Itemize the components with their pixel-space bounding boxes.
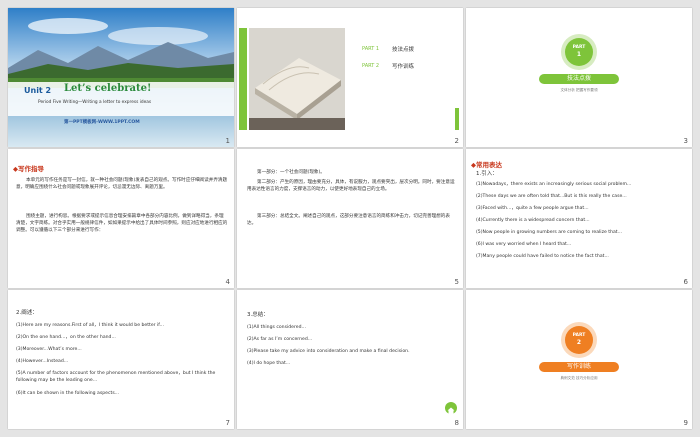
list-item: (4)Currently there is a widespread conce…	[476, 218, 590, 223]
list-item: (3)Please take my advice into considerat…	[247, 349, 410, 354]
part-badge-number: 1	[576, 51, 582, 58]
part-1-text: 技法点拨	[392, 47, 415, 53]
list-item: (6)It can be shown in the following aspe…	[16, 391, 120, 396]
slide-number: 2	[454, 137, 459, 145]
accent-bar	[239, 28, 247, 130]
list-item: (3)Moreover...What’s more...	[16, 347, 82, 352]
part-1-label: PART 1	[362, 46, 380, 52]
slide-thumbnail-2[interactable]: PART 1 技法点拨 PART 2 写作训练 2	[237, 8, 463, 147]
site-watermark: 第一PPT模板网-WWW.1PPT.COM	[64, 120, 140, 125]
slide-number: 7	[225, 419, 230, 427]
intro-label: 1.引入：	[476, 171, 498, 177]
section-title-pill: 技法点拨	[539, 74, 619, 84]
list-item: (4)However...Instead...	[16, 359, 69, 364]
slide-number: 6	[683, 278, 688, 286]
slide-thumbnail-7[interactable]: 2.阐述： (1)Here are my reasons.First of al…	[8, 290, 234, 429]
home-icon[interactable]	[445, 402, 457, 414]
slide-thumbnail-5[interactable]: 第一部分：一个社会问题(现象)。 第二部分：产生的原因，理由要充分，具体，有说服…	[237, 149, 463, 288]
slide-heading: ◆写作指导	[13, 165, 44, 173]
slide-number: 4	[225, 278, 230, 286]
slide-number: 1	[225, 137, 230, 145]
part-badge-label: PART	[572, 333, 586, 338]
list-item: (5)Now people in growing numbers are com…	[476, 230, 622, 235]
list-item: (6)I was very worried when I heard that.…	[476, 242, 572, 247]
part-badge: PART 2	[565, 326, 593, 354]
book-image	[249, 28, 345, 130]
accent-bar-right	[455, 108, 459, 130]
paragraph-2: 围绕主题，进行构思。根据要求或提示信息合理安排篇章中各部分内容比例，做到详略得当…	[16, 214, 228, 234]
paragraph-1: 本单元的写作任务是写一封信，就一种社会问题(现象)发表自己的观点。写作时应仔细阅…	[16, 178, 228, 191]
list-item: (1)Here are my reasons.First of all，I th…	[16, 323, 164, 328]
landscape-image	[8, 8, 234, 147]
slide-thumbnail-4[interactable]: ◆写作指导 本单元的写作任务是写一封信，就一种社会问题(现象)发表自己的观点。写…	[8, 149, 234, 288]
list-item: (5)A number of factors account for the p…	[16, 371, 216, 384]
part-badge-number: 2	[576, 339, 582, 346]
list-item: (4)I do hope that...	[247, 361, 291, 366]
paragraph-3: 第三部分：总结全文。阐述自己的观点，这部分要注意语言的简练和冲击力，切记完善理想…	[247, 214, 450, 227]
paragraph-1: 第一部分：一个社会问题(现象)。	[257, 170, 325, 175]
list-item: (1)All things considered...	[247, 325, 306, 330]
part-badge-label: PART	[572, 45, 586, 50]
part-2-label: PART 2	[362, 63, 380, 69]
section-subtitle: 文体分析 把握写作要领	[560, 88, 598, 92]
list-item: (3)Faced with...，quite a few people argu…	[476, 206, 589, 211]
slide-number: 8	[454, 419, 459, 427]
part-2-text: 写作训练	[392, 64, 415, 70]
slide-thumbnail-3[interactable]: PART 1 技法点拨 文体分析 把握写作要领 3	[466, 8, 692, 147]
slide-title: Let’s celebrate!	[64, 83, 152, 94]
intro-label: 3.总结：	[247, 312, 269, 318]
slide-thumbnail-9[interactable]: PART 2 写作训练 典例文范 技巧分析应用 9	[466, 290, 692, 429]
unit-label: Unit 2	[24, 86, 52, 95]
slide-heading: ◆常用表达	[471, 161, 502, 169]
period-subtitle: Period Five Writing—Writing a letter to …	[38, 100, 152, 105]
list-item: (2)On the one hand...，on the other hand.…	[16, 335, 116, 340]
slide-number: 9	[683, 419, 688, 427]
slide-thumbnail-8[interactable]: 3.总结： (1)All things considered... (2)As …	[237, 290, 463, 429]
slide-number: 3	[683, 137, 688, 145]
slide-thumbnail-1[interactable]: Unit 2 Let’s celebrate! Period Five Writ…	[8, 8, 234, 147]
section-subtitle: 典例文范 技巧分析应用	[560, 376, 598, 380]
intro-label: 2.阐述：	[16, 310, 38, 316]
slide-thumbnail-6[interactable]: ◆常用表达 1.引入： (1)Nowadays，there exists an …	[466, 149, 692, 288]
paragraph-2: 第二部分：产生的原因，理由要充分，具体，有说服力，观点要突出，层次分明。同时，要…	[247, 180, 455, 193]
list-item: (7)Many people could have failed to noti…	[476, 254, 609, 259]
slide-number: 5	[454, 278, 459, 286]
list-item: (2)These days we are often told that...B…	[476, 194, 627, 199]
list-item: (2)As far as I’m concerned...	[247, 337, 313, 342]
list-item: (1)Nowadays，there exists an increasingly…	[476, 182, 632, 187]
part-badge: PART 1	[565, 38, 593, 66]
section-title-pill: 写作训练	[539, 362, 619, 372]
